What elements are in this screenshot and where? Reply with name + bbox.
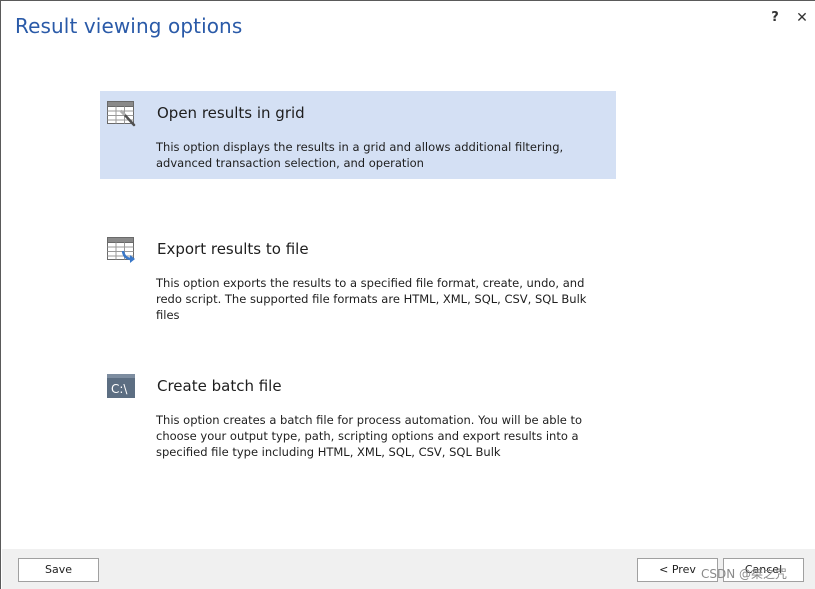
option-export-results-to-file[interactable]: Export results to file This option expor… [100,227,616,322]
batch-file-icon: C:\ [107,374,137,400]
dialog-footer: Save < Prev Cancel [2,549,815,589]
close-button[interactable]: ✕ [794,9,810,27]
option-open-results-in-grid[interactable]: Open results in grid This option display… [100,91,616,179]
save-button[interactable]: Save [18,558,99,582]
batch-icon-text: C:\ [111,382,128,396]
export-file-icon [107,237,137,263]
option-description: This option exports the results to a spe… [156,276,587,322]
watermark: CSDN @桀之咒 [701,567,788,581]
option-create-batch-file[interactable]: C:\ Create batch file This option create… [100,364,616,459]
help-button[interactable]: ? [767,9,783,27]
option-title: Export results to file [157,240,309,258]
option-description: This option creates a batch file for pro… [156,413,583,459]
option-description: This option displays the results in a gr… [156,140,564,170]
result-viewing-options-dialog: Result viewing options ? ✕ Open results … [0,0,815,589]
option-title: Open results in grid [157,104,305,122]
dialog-title: Result viewing options [15,14,243,38]
option-title: Create batch file [157,377,282,395]
grid-icon [107,101,137,127]
